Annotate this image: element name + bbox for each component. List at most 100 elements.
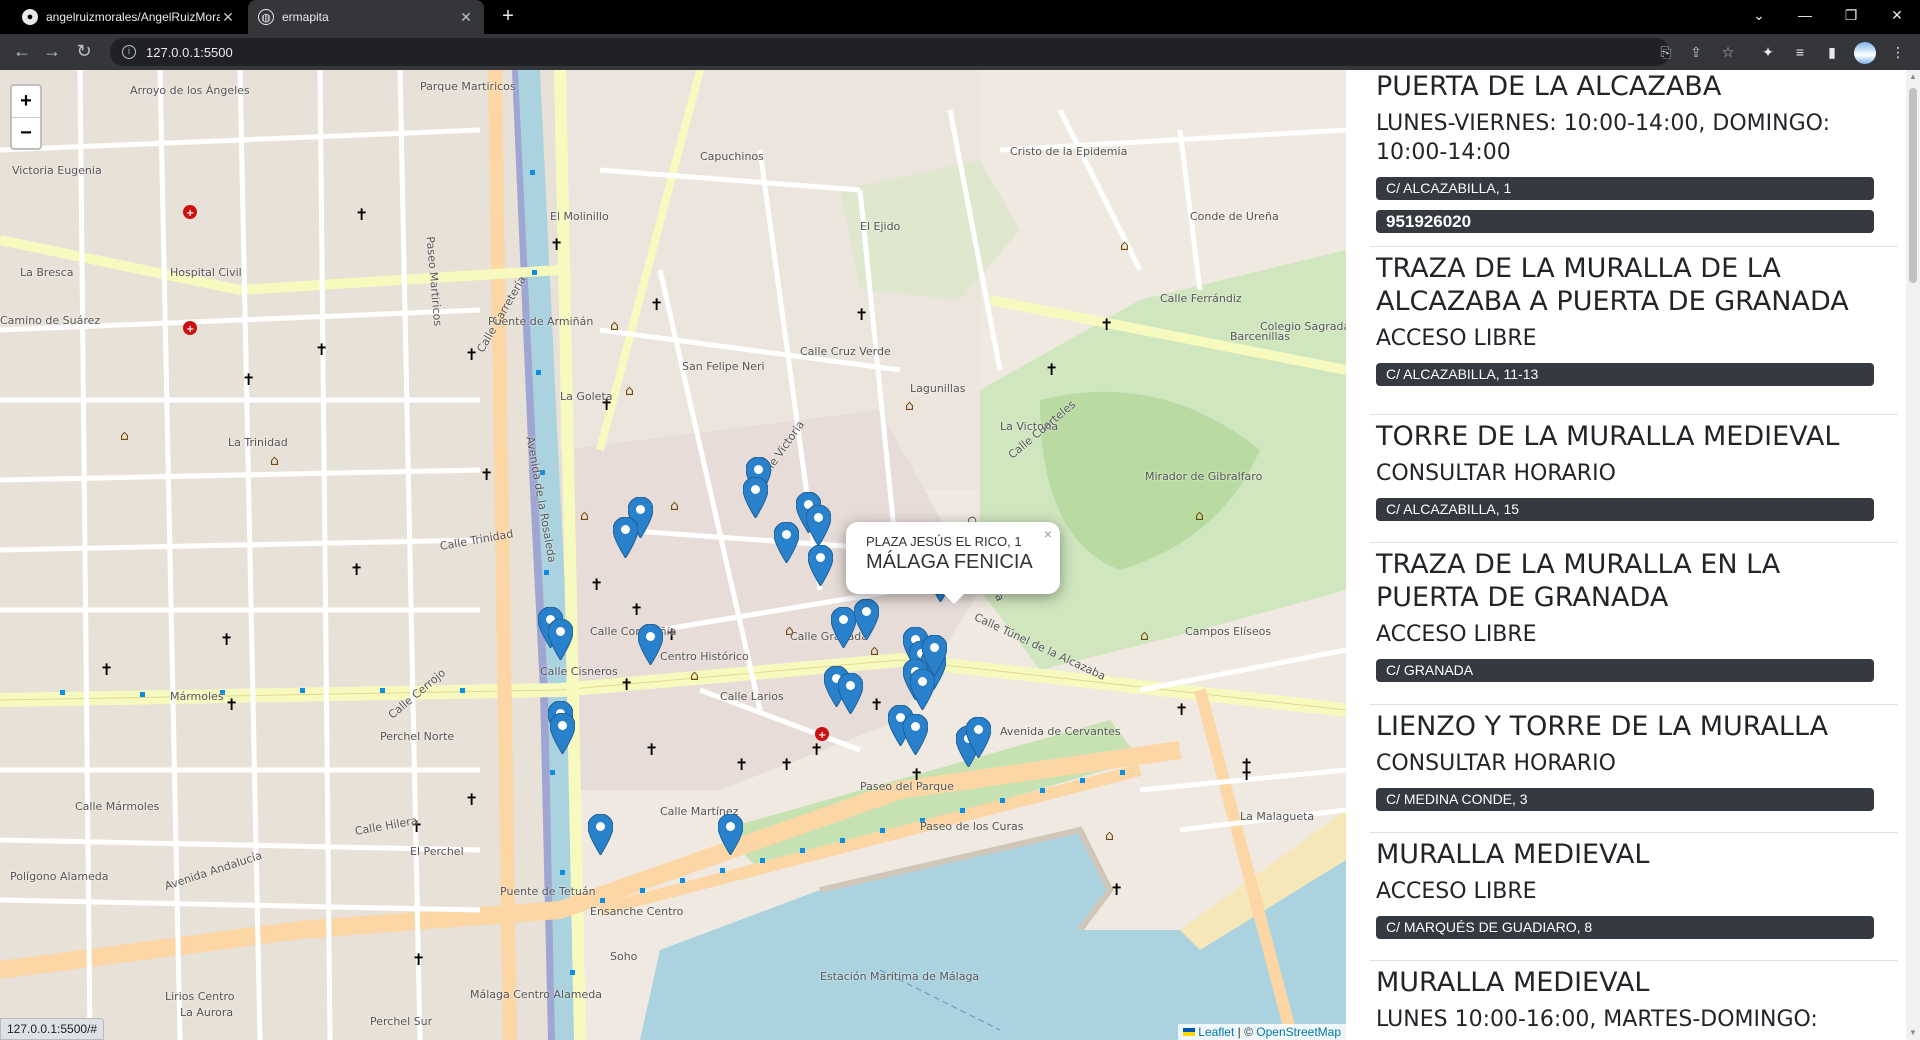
zoom-in-button[interactable]: + xyxy=(12,86,40,117)
tab-label: angelruizmorales/AngelRuizMorales xyxy=(46,10,220,24)
scroll-up-icon[interactable]: ▲ xyxy=(1906,70,1920,84)
list-item[interactable]: MURALLA MEDIEVAL ACCESO LIBRE C/ MARQUÉS D… xyxy=(1376,838,1876,939)
svg-text:✝: ✝ xyxy=(810,740,823,759)
map-marker-icon[interactable] xyxy=(902,713,929,756)
map-marker-icon[interactable] xyxy=(807,544,834,587)
monument-address: C/ ALCAZABILLA, 15 xyxy=(1376,498,1874,521)
address-bar[interactable]: i 127.0.0.1:5500 xyxy=(110,38,1670,66)
list-item[interactable]: LIENZO Y TORRE DE LA MURALLA CONSULTAR HO… xyxy=(1376,710,1876,811)
svg-text:✝: ✝ xyxy=(355,205,368,224)
list-item[interactable]: MURALLA MEDIEVAL LUNES 10:00-16:00, MARTE… xyxy=(1376,966,1876,1034)
profile-avatar[interactable] xyxy=(1854,42,1876,64)
bookmark-star-icon[interactable]: ☆ xyxy=(1718,42,1738,62)
side-panel-icon[interactable]: ▮ xyxy=(1822,42,1842,62)
map-marker-icon[interactable] xyxy=(805,504,832,547)
map-marker-icon[interactable] xyxy=(830,606,857,649)
monument-name: MURALLA MEDIEVAL xyxy=(1376,839,1650,870)
monument-list[interactable]: PUERTA DE LA ALCAZABA LUNES-VIERNES: 10:0… xyxy=(1346,70,1920,1040)
forward-button[interactable]: → xyxy=(40,40,64,64)
scrollbar[interactable]: ▲ ▼ xyxy=(1906,70,1920,1040)
map-marker-icon[interactable] xyxy=(773,521,800,564)
svg-text:⌂: ⌂ xyxy=(670,498,679,514)
map-label: Lirios Centro xyxy=(165,990,235,1003)
tab-github[interactable]: ● angelruizmorales/AngelRuizMorales ✕ xyxy=(12,0,246,34)
share-icon[interactable]: ⇪ xyxy=(1686,42,1706,62)
translate-icon[interactable]: ⎘ xyxy=(1656,42,1676,62)
map-marker-icon[interactable] xyxy=(587,813,614,856)
monument-address: C/ GRANADA xyxy=(1376,659,1874,682)
monument-name: TORRE DE LA MURALLA MEDIEVAL xyxy=(1376,421,1840,452)
svg-text:✝: ✝ xyxy=(735,755,748,774)
map-label: La Trinidad xyxy=(228,436,288,449)
site-info-icon[interactable]: i xyxy=(122,45,136,59)
map-marker-icon[interactable] xyxy=(549,712,576,755)
leaflet-link[interactable]: Leaflet xyxy=(1198,1025,1234,1039)
map-label: Málaga Centro Alameda xyxy=(470,988,603,1001)
marker-popup: × PLAZA JESÚS EL RICO, 1 MÁLAGA FENICIA xyxy=(846,522,1060,604)
map-label: Avenida de Cervantes xyxy=(1000,725,1121,738)
svg-text:✝: ✝ xyxy=(645,740,658,759)
map-marker-icon[interactable] xyxy=(717,813,744,856)
reload-button[interactable]: ↻ xyxy=(72,40,96,64)
map-label: Perchel Norte xyxy=(380,730,455,743)
map-label: Camino de Suárez xyxy=(0,314,101,327)
monument-phone: 951926020 xyxy=(1376,210,1874,233)
close-tab-icon[interactable]: ✕ xyxy=(220,9,236,26)
ukraine-flag-icon xyxy=(1182,1028,1195,1036)
map-label: Paseo del Parque xyxy=(860,780,954,793)
restore-button[interactable]: ❐ xyxy=(1828,0,1874,34)
media-icon[interactable]: ≡ xyxy=(1790,42,1810,62)
attribution-separator: | © xyxy=(1234,1025,1257,1039)
list-item[interactable]: PUERTA DE LA ALCAZABA LUNES-VIERNES: 10:0… xyxy=(1376,70,1876,233)
map-marker-icon[interactable] xyxy=(742,476,769,519)
map-marker-icon[interactable] xyxy=(547,618,574,661)
leaflet-map[interactable]: ✝ ✝ ✝ ✝ ✝ ✝ ✝ ✝ ✝ ✝ ✝ ✝ ✝ ✝ ✝ ✝ ✝ ✝ ✝ ✝ ✝ ✝ ✝ ✝ ✝ ✝ ✝ ✝ ✝ ✝ … xyxy=(0,70,1346,1040)
map-label: Lagunillas xyxy=(910,382,966,395)
divider xyxy=(1370,704,1898,705)
map-marker-icon[interactable] xyxy=(837,672,864,715)
svg-text:⌂: ⌂ xyxy=(580,508,589,524)
svg-text:✝: ✝ xyxy=(242,370,255,389)
globe-icon: ◍ xyxy=(258,9,274,25)
popup-address: PLAZA JESÚS EL RICO, 1 xyxy=(866,534,1022,549)
extensions-icon[interactable]: ✦ xyxy=(1758,42,1778,62)
svg-text:✝: ✝ xyxy=(870,695,883,714)
svg-text:✝: ✝ xyxy=(100,660,113,679)
map-marker-icon[interactable] xyxy=(637,623,664,666)
map-label: Capuchinos xyxy=(700,150,764,163)
map-label: Mármoles xyxy=(170,690,224,703)
svg-text:✝: ✝ xyxy=(650,295,663,314)
popup-close-button[interactable]: × xyxy=(1044,526,1052,542)
map-label: El Ejido xyxy=(860,220,901,233)
map-label: Calle Ferrándiz xyxy=(1160,292,1242,305)
scroll-thumb[interactable] xyxy=(1909,88,1917,283)
back-button[interactable]: ← xyxy=(10,40,34,64)
close-window-button[interactable]: ✕ xyxy=(1874,0,1920,34)
svg-text:✝: ✝ xyxy=(1175,700,1188,719)
map-marker-icon[interactable] xyxy=(612,516,639,559)
zoom-out-button[interactable]: − xyxy=(12,117,40,148)
monument-hours: ACCESO LIBRE xyxy=(1376,622,1537,647)
map-label: Cristo de la Epidemia xyxy=(1010,145,1128,158)
monument-address: C/ MARQUÉS DE GUADIARO, 8 xyxy=(1376,916,1874,939)
map-label: Calle Cisneros xyxy=(540,665,618,678)
map-label: La Goleta xyxy=(560,390,613,403)
scroll-down-icon[interactable]: ▼ xyxy=(1906,1026,1920,1040)
map-label: Ensanche Centro xyxy=(590,905,684,918)
menu-icon[interactable]: ⋮ xyxy=(1888,42,1908,62)
osm-link[interactable]: OpenStreetMap xyxy=(1256,1025,1341,1039)
tab-search-icon[interactable]: ⌄ xyxy=(1736,0,1782,34)
list-item[interactable]: TORRE DE LA MURALLA MEDIEVAL CONSULTAR HO… xyxy=(1376,420,1876,521)
new-tab-button[interactable]: + xyxy=(496,6,520,28)
map-label: La Aurora xyxy=(180,1006,234,1019)
map-marker-icon[interactable] xyxy=(909,668,936,711)
list-item[interactable]: TRAZA DE LA MURALLA DE LA ALCAZABA A PUE… xyxy=(1376,252,1876,386)
minimize-button[interactable]: — xyxy=(1782,0,1828,34)
tab-ermapita[interactable]: ◍ ermapita ✕ xyxy=(248,0,484,34)
monument-hours: CONSULTAR HORARIO xyxy=(1376,461,1616,486)
map-marker-icon[interactable] xyxy=(965,716,992,759)
close-tab-icon[interactable]: ✕ xyxy=(458,9,474,26)
map-label: Parque Martiricos xyxy=(420,80,516,93)
map-marker-icon[interactable] xyxy=(853,598,880,641)
list-item[interactable]: TRAZA DE LA MURALLA EN LA PUERTA DE GRAN… xyxy=(1376,548,1876,682)
